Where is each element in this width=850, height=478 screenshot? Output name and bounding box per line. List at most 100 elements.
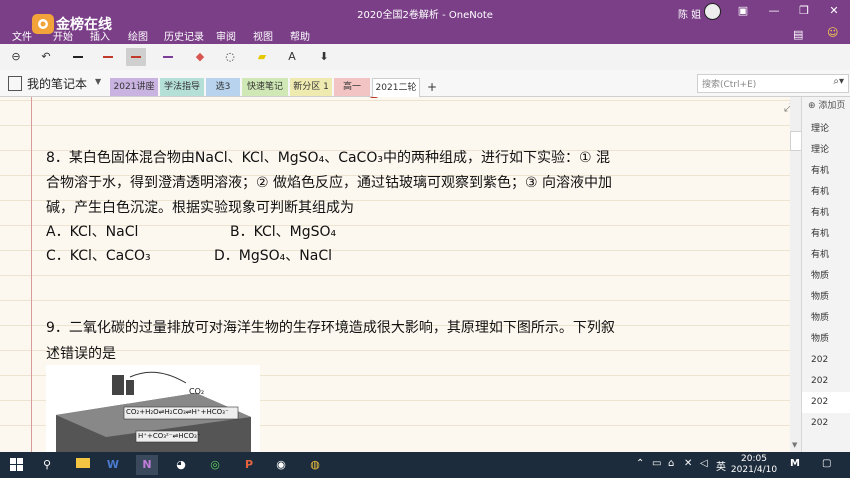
restore-icon[interactable]: ❐ [796,4,812,17]
menu-view[interactable]: 视图 [253,28,273,43]
qq-icon[interactable]: ◕ [170,455,192,475]
question-8-line-1: 8．某白色固体混合物由NaCl、KCl、MgSO₄、CaCO₃中的两种组成，进行… [46,150,610,166]
avatar[interactable] [704,3,721,20]
question-8-option-b: B．KCl、MgSO₄ [230,224,337,240]
section-tab[interactable]: 选3 [206,78,240,96]
rule-line [0,275,790,276]
user-name[interactable]: 陈 姐 [678,6,701,21]
pen-icon[interactable] [98,48,118,66]
page-item[interactable]: 理论 [802,140,850,161]
search-icon[interactable]: ⌕▾ [833,76,844,87]
search-input[interactable]: 搜索(Ctrl+E) ⌕▾ [697,74,849,93]
document-title: 2020全国2卷解析 - OneNote [357,10,493,21]
question-8-option-c: C．KCl、CaCO₃ [46,248,151,264]
file-explorer-icon[interactable] [72,455,94,475]
section-tab[interactable]: 快速笔记 [242,78,288,96]
speaker-icon[interactable]: ◁ [700,458,708,469]
eraser-icon[interactable]: ◆ [190,48,210,66]
section-tab[interactable]: 2021讲座 [110,78,158,96]
windows-start-icon[interactable] [10,458,24,472]
minimize-icon[interactable]: — [766,4,782,17]
notebook-icon [8,76,22,91]
clock-date: 2021/4/10 [730,465,778,475]
chevron-down-icon[interactable]: ▼ [95,77,101,86]
word-icon[interactable]: W [102,455,124,475]
rule-line [0,350,790,351]
tray-chevron-icon[interactable]: ⌃ [636,458,644,469]
figure-label-co2: CO₂ [189,387,205,396]
menu-help[interactable]: 帮助 [290,28,310,43]
section-tab[interactable]: 新分区 1 [290,78,332,96]
ime-indicator[interactable]: 英 [716,458,726,473]
menu-file[interactable]: 文件 [12,28,32,43]
menu-home[interactable]: 开始 [53,28,73,43]
add-page-button[interactable]: ⊕ 添加页 [808,98,845,111]
page-item[interactable]: 物质 [802,287,850,308]
search-placeholder: 搜索(Ctrl+E) [702,80,757,90]
page-item[interactable]: 有机 [802,203,850,224]
ribbon-display-icon[interactable]: ▣ [735,4,751,17]
pen-icon[interactable] [158,48,178,66]
page-item-selected[interactable]: 202 [802,392,850,413]
page-item[interactable]: 有机 [802,224,850,245]
recorder-icon[interactable]: ◉ [270,455,292,475]
page-item[interactable]: 有机 [802,245,850,266]
question-8-line-2: 合物溶于水，得到澄清透明溶液；② 做焰色反应，通过钴玻璃可观察到紫色；③ 向溶液… [46,175,612,191]
page-item[interactable]: 理论 [802,119,850,140]
undo-icon[interactable]: ↶ [36,48,56,66]
highlighter-icon[interactable]: ▰ [252,48,272,66]
section-tab[interactable]: 高一 [334,78,370,96]
back-icon[interactable]: ⊖ [6,48,26,66]
section-tab-active[interactable]: 2021二轮 [372,78,420,97]
feedback-smiley-icon[interactable]: ☺ [827,26,838,39]
question-8-option-d: D．MgSO₄、NaCl [214,248,332,264]
pen-icon[interactable] [126,48,146,66]
menu-history[interactable]: 历史记录 [164,28,204,43]
menu-review[interactable]: 审阅 [216,28,236,43]
page-item[interactable]: 物质 [802,329,850,350]
volume-mute-icon[interactable]: ✕ [684,458,692,469]
lasso-icon[interactable]: ◌ [220,48,240,66]
notebook-name[interactable]: 我的笔记本 [27,75,87,92]
add-page-label: 添加页 [818,101,846,111]
ink-to-text-icon[interactable]: A [282,48,302,66]
page-item[interactable]: 有机 [802,161,850,182]
pen-icon[interactable] [68,48,88,66]
battery-icon[interactable]: ▭ [652,458,661,469]
note-page[interactable]: 8．某白色固体混合物由NaCl、KCl、MgSO₄、CaCO₃中的两种组成，进行… [0,97,790,452]
menu-draw[interactable]: 绘图 [128,28,148,43]
page-item[interactable]: 物质 [802,266,850,287]
share-icon[interactable]: ▤ [793,28,803,41]
pages-panel: ⊕ 添加页 理论 理论 有机 有机 有机 有机 有机 物质 物质 物质 物质 2… [801,97,850,452]
rule-line [0,300,790,301]
clock-time: 20:05 [741,454,767,464]
app-tray-icon[interactable]: Ⅿ [790,458,800,469]
menu-insert[interactable]: 插入 [90,28,110,43]
ink-mark [370,97,378,98]
ink-to-shape-icon[interactable]: ⬇ [314,48,334,66]
vertical-scrollbar[interactable]: ▼ [790,97,802,452]
taskbar-clock[interactable]: 20:05 2021/4/10 [728,454,780,476]
question-8-line-3: 碱，产生白色沉淀。根据实验现象可判断其组成为 [46,200,354,216]
section-tab[interactable]: 学法指导 [160,78,204,96]
page-item[interactable]: 物质 [802,308,850,329]
chrome-icon[interactable]: ◍ [304,455,326,475]
title-bar: 金榜在线 2020全国2卷解析 - OneNote 文件 开始 插入 绘图 历史… [0,0,850,44]
wechat-icon[interactable]: ◎ [204,455,226,475]
page-item[interactable]: 202 [802,371,850,392]
search-icon[interactable]: ⚲ [36,455,58,475]
powerpoint-icon[interactable]: P [238,455,260,475]
draw-toolbar: ⊖ ↶ ◆ ◌ ▰ A ⬇ [0,44,850,71]
rule-line [0,100,790,101]
close-icon[interactable]: ✕ [826,4,842,17]
add-page-icon: ⊕ [808,101,819,111]
network-icon[interactable]: ⌂ [668,458,674,469]
page-item[interactable]: 202 [802,413,850,434]
notification-icon[interactable]: ▢ [822,458,831,469]
page-item[interactable]: 202 [802,350,850,371]
add-section-button[interactable]: + [422,78,442,96]
onenote-icon[interactable]: N [136,455,158,475]
rule-line [0,125,790,126]
scroll-down-icon[interactable]: ▼ [792,441,797,449]
page-item[interactable]: 有机 [802,182,850,203]
